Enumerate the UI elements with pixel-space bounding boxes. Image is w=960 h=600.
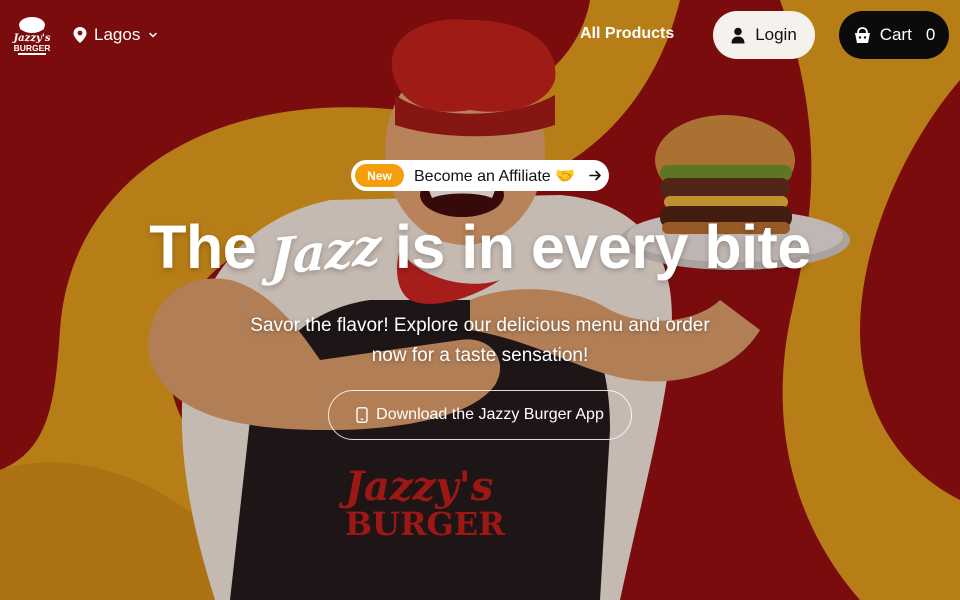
apron-text-2: BURGER <box>345 505 505 543</box>
hero-subtitle: Savor the flavor! Explore our delicious … <box>250 315 710 366</box>
headline-after: is in every bite <box>394 213 811 281</box>
login-label: Login <box>755 25 797 44</box>
cart-label: Cart <box>879 25 912 44</box>
svg-text:BURGER: BURGER <box>14 43 51 53</box>
affiliate-text: Become an Affiliate 🤝 <box>414 167 576 185</box>
hero-headline: The Jazz is in every bite <box>0 212 960 287</box>
download-label: Download the Jazzy Burger App <box>376 406 604 423</box>
apron-text-1: Jazzy's <box>338 463 493 510</box>
nav-all-products[interactable]: All Products <box>580 25 674 43</box>
hero-background: Jazzy's BURGER <box>0 0 960 600</box>
headline-before: The <box>149 213 257 281</box>
cart-count: 0 <box>925 25 936 44</box>
user-icon <box>731 27 745 43</box>
basket-icon <box>854 26 870 43</box>
smartphone-icon <box>356 407 368 423</box>
site-header: Jazzy's BURGER Lagos All Products Login … <box>0 0 960 70</box>
burger-logo-icon: Jazzy's BURGER <box>11 17 51 55</box>
jazzys-burger-logo[interactable]: Jazzy's BURGER <box>11 14 52 56</box>
new-badge: New <box>355 164 404 187</box>
location-label: Lagos <box>94 25 141 44</box>
headline-script-word: Jazz <box>269 215 382 287</box>
affiliate-pill[interactable]: New Become an Affiliate 🤝 <box>351 160 609 191</box>
map-pin-icon <box>73 27 87 43</box>
download-app-button[interactable]: Download the Jazzy Burger App <box>328 390 632 440</box>
chevron-down-icon <box>149 32 158 38</box>
arrow-right-icon <box>589 170 601 181</box>
login-button[interactable]: Login <box>713 11 815 59</box>
cart-button[interactable]: Cart 0 <box>839 11 949 59</box>
location-selector[interactable]: Lagos <box>72 24 158 46</box>
